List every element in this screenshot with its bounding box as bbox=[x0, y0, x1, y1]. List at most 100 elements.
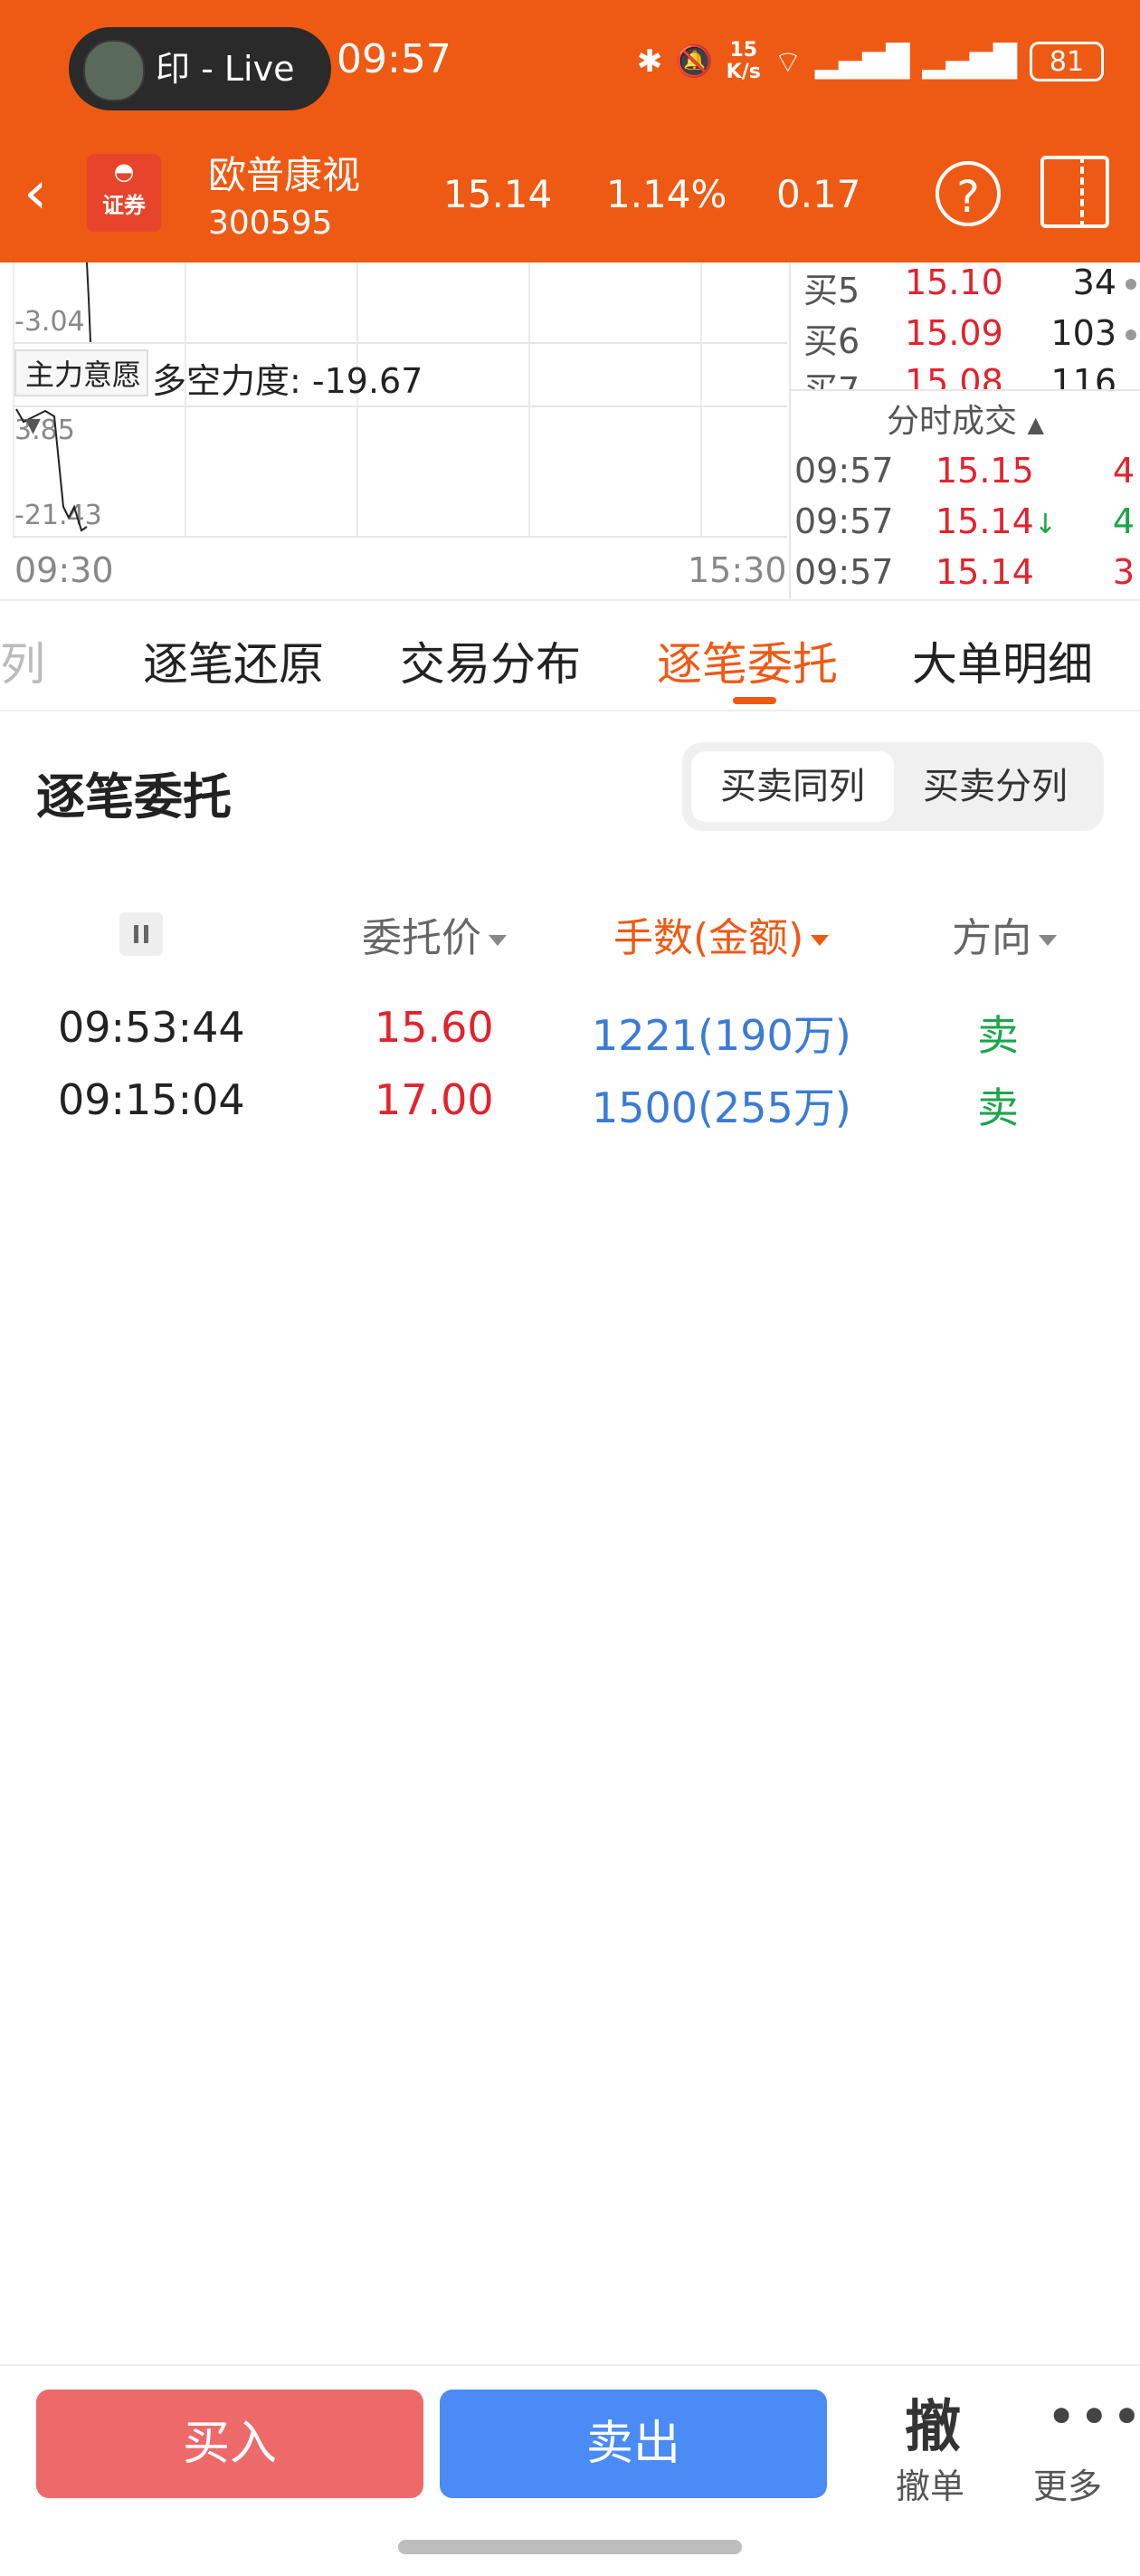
tab-trade-distribution[interactable]: 交易分布 bbox=[400, 628, 581, 693]
pause-icon[interactable] bbox=[119, 912, 163, 956]
orderbook-volume: 116 bbox=[1050, 362, 1116, 389]
trade-price: 15.15 bbox=[936, 451, 1034, 491]
orderbook-volume: 34 bbox=[1072, 262, 1116, 302]
buy-button[interactable]: 买入 bbox=[36, 2390, 423, 2498]
row-direction: 卖 bbox=[977, 1011, 1019, 1060]
dot-icon bbox=[1126, 329, 1136, 340]
orderbook-price: 15.09 bbox=[905, 313, 1003, 353]
column-price-label: 委托价 bbox=[362, 915, 481, 961]
toggle-split-column[interactable]: 买卖分列 bbox=[894, 751, 1097, 822]
column-price[interactable]: 委托价 bbox=[362, 905, 507, 963]
stock-price: 15.14 bbox=[443, 172, 553, 216]
trade-time: 09:57 bbox=[794, 501, 894, 541]
orderbook-row: 买6 15.09 103 bbox=[796, 313, 1136, 364]
table-row[interactable]: 09:15:04 17.00 1500(255万) 卖 bbox=[0, 1075, 1140, 1148]
speed-value: 15 bbox=[729, 39, 758, 62]
network-speed: 15 K/s bbox=[727, 40, 761, 83]
column-direction[interactable]: 方向 bbox=[952, 905, 1057, 963]
column-amount-label: 手数(金额) bbox=[613, 915, 804, 961]
chevron-down-icon: ▼ bbox=[25, 415, 41, 437]
orderbook-row: 买7 15.08 116 bbox=[796, 362, 1136, 389]
sort-down-icon bbox=[1039, 935, 1057, 946]
orderbook-price: 15.10 bbox=[905, 262, 1003, 302]
trade-price: 15.14↓ bbox=[936, 501, 1057, 541]
orderbook-label: 买5 bbox=[803, 271, 860, 310]
tab-large-orders[interactable]: 大单明细 bbox=[912, 628, 1093, 693]
trade-volume: 4 bbox=[1112, 451, 1135, 491]
dot-icon bbox=[1126, 279, 1136, 290]
row-direction: 卖 bbox=[977, 1083, 1019, 1132]
trade-price: 15.14 bbox=[936, 552, 1034, 592]
x-axis-start: 09:30 bbox=[14, 550, 114, 590]
orderbook-label: 买6 bbox=[803, 321, 860, 361]
orderbook-price: 15.08 bbox=[905, 362, 1003, 389]
more-icon[interactable]: ••• bbox=[1046, 2386, 1140, 2447]
indicator-select-label: 主力意愿 bbox=[25, 358, 142, 392]
home-indicator[interactable] bbox=[398, 2540, 742, 2554]
x-axis-end: 15:30 bbox=[688, 550, 787, 590]
active-tab-indicator bbox=[733, 697, 776, 704]
triangle-up-icon: ▲ bbox=[1027, 412, 1044, 437]
live-label: 印 - Live bbox=[156, 49, 295, 89]
sort-down-icon bbox=[489, 935, 507, 946]
battery-icon: 81 bbox=[1030, 42, 1104, 81]
back-button[interactable]: ‹ bbox=[24, 163, 74, 226]
arrow-down-icon: ↓ bbox=[1033, 509, 1057, 540]
indicator-line bbox=[15, 262, 91, 532]
wifi-icon: ⌔ bbox=[773, 43, 803, 81]
signal-icon: ▂▄▆█ bbox=[814, 43, 910, 80]
row-amount: 1500(255万) bbox=[592, 1083, 851, 1132]
orderbook-row: 买5 15.10 34 bbox=[796, 262, 1136, 313]
mute-icon: 🔕 bbox=[675, 43, 714, 80]
logo-mark-icon: ◓ bbox=[113, 158, 135, 186]
indicator-value: 多空力度: -19.67 bbox=[152, 361, 423, 401]
speed-unit: K/s bbox=[726, 61, 761, 83]
stock-code: 300595 bbox=[208, 205, 333, 242]
cancel-order-label[interactable]: 撤单 bbox=[896, 2458, 964, 2508]
tab-tick-orders[interactable]: 逐笔委托 bbox=[657, 628, 838, 693]
broker-logo: ◓ 证券 bbox=[87, 154, 161, 232]
live-pill[interactable]: 印 - Live bbox=[69, 27, 331, 110]
bluetooth-icon: ✱ bbox=[636, 43, 663, 80]
trade-price-value: 15.14 bbox=[936, 501, 1034, 541]
orderbook-label: 买7 bbox=[803, 362, 860, 389]
row-time: 09:53:44 bbox=[58, 1003, 245, 1052]
column-direction-label: 方向 bbox=[952, 915, 1031, 961]
row-price: 15.60 bbox=[375, 1003, 494, 1052]
status-time: 09:57 bbox=[337, 36, 451, 82]
indicator-chart[interactable]: -3.04 3.85 -21.43 09:30 15:30 bbox=[0, 262, 789, 599]
row-time: 09:15:04 bbox=[58, 1075, 245, 1124]
signal-icon-2: ▂▄▆█ bbox=[922, 43, 1017, 80]
orderbook-volume: 103 bbox=[1050, 313, 1116, 353]
trades-title-label: 分时成交 bbox=[887, 403, 1018, 440]
section-title: 逐笔委托 bbox=[36, 768, 232, 825]
stock-change-pct: 1.14% bbox=[606, 172, 727, 216]
indicator-select[interactable]: 主力意愿 ▼ bbox=[14, 349, 148, 437]
cancel-order-icon[interactable]: 撤 bbox=[905, 2380, 961, 2462]
row-price: 17.00 bbox=[375, 1075, 494, 1124]
tab-tick-restore[interactable]: 逐笔还原 bbox=[143, 628, 324, 693]
sell-button[interactable]: 卖出 bbox=[440, 2390, 827, 2498]
trade-time: 09:57 bbox=[794, 552, 894, 592]
switch-layout-button[interactable] bbox=[1040, 156, 1109, 228]
view-toggle: 买卖同列 买卖分列 bbox=[682, 742, 1104, 831]
tab-queue[interactable]: 队列 bbox=[0, 628, 45, 693]
help-button[interactable]: ? bbox=[936, 161, 1001, 226]
trades-title[interactable]: 分时成交 ▲ bbox=[887, 395, 1044, 442]
column-amount[interactable]: 手数(金额) bbox=[613, 905, 830, 963]
live-avatar-icon bbox=[83, 40, 145, 101]
stock-name: 欧普康视 bbox=[208, 153, 361, 197]
row-amount: 1221(190万) bbox=[592, 1011, 851, 1060]
more-label[interactable]: 更多 bbox=[1033, 2458, 1102, 2508]
logo-text: 证券 bbox=[102, 193, 146, 218]
status-icons: ✱ 🔕 15 K/s ⌔ ▂▄▆█ ▂▄▆█ 81 bbox=[637, 36, 1104, 87]
stock-change: 0.17 bbox=[776, 172, 861, 216]
sort-down-icon bbox=[811, 935, 830, 946]
trade-volume: 3 bbox=[1112, 552, 1135, 592]
trade-volume: 4 bbox=[1112, 501, 1135, 541]
trade-time: 09:57 bbox=[794, 451, 894, 491]
divider bbox=[789, 389, 1140, 391]
tab-bar: 队列 逐笔还原 交易分布 逐笔委托 大单明细 bbox=[0, 599, 1140, 711]
table-row[interactable]: 09:53:44 15.60 1221(190万) 卖 bbox=[0, 1003, 1140, 1075]
toggle-same-column[interactable]: 买卖同列 bbox=[691, 751, 894, 822]
